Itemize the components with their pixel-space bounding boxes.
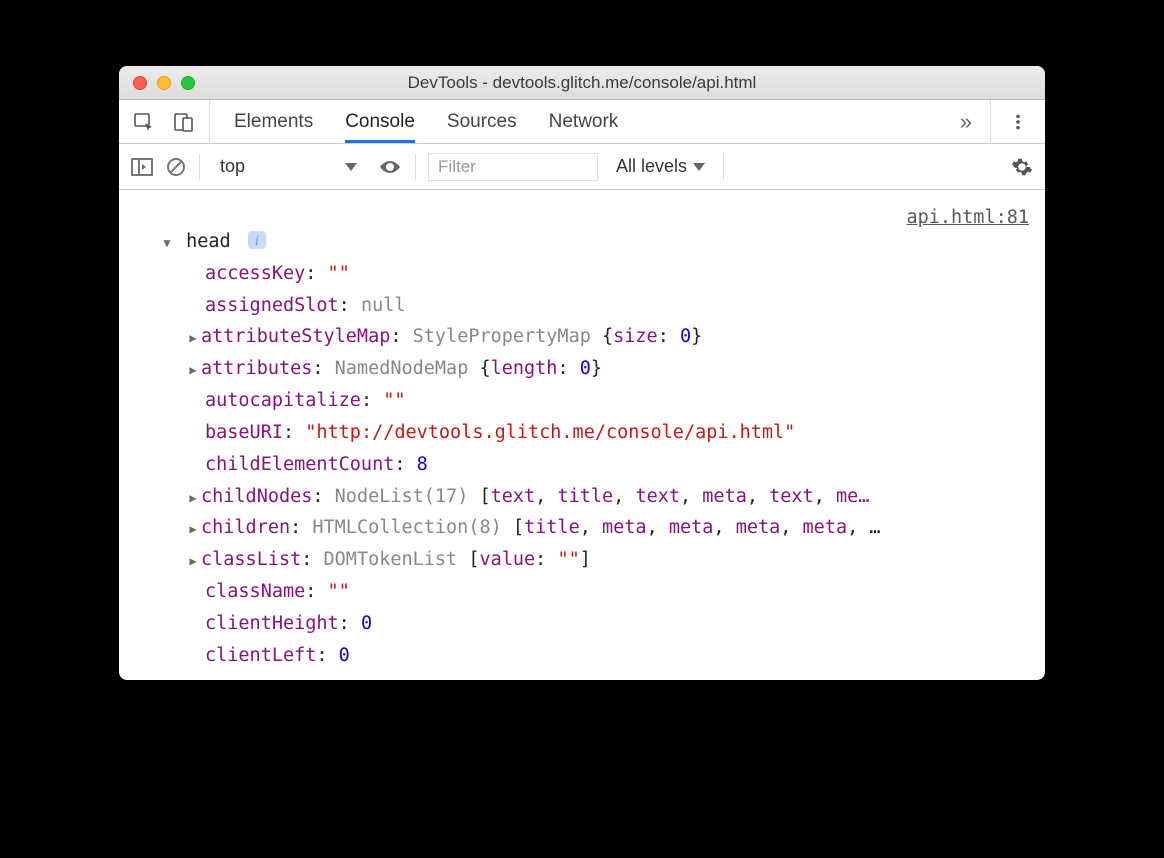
console-settings-icon[interactable] [1011,156,1033,178]
property-key: baseURI [205,422,283,443]
property-value: 0 [339,645,350,666]
titlebar: DevTools - devtools.glitch.me/console/ap… [119,66,1045,100]
tab-elements[interactable]: Elements [234,100,313,143]
property-key: classList [201,549,301,570]
main-toolbar: Elements Console Sources Network » [119,100,1045,144]
property-key: accessKey [205,263,305,284]
property-row: className: "" [133,576,1031,608]
property-key: attributeStyleMap [201,326,390,347]
traffic-lights [119,76,195,90]
disclosure-triangle-open-icon[interactable] [161,226,173,258]
property-row: clientHeight: 0 [133,608,1031,640]
minimize-window-button[interactable] [157,76,171,90]
property-key: children [201,517,290,538]
source-link[interactable]: api.html:81 [906,202,1029,234]
property-value: "" [383,390,405,411]
property-key: childElementCount [205,454,394,475]
levels-label: All levels [616,156,687,177]
tab-console[interactable]: Console [345,100,415,143]
console-sidebar-toggle-icon[interactable] [131,157,153,177]
property-key: className [205,581,305,602]
disclosure-triangle-closed-icon[interactable] [187,321,199,353]
property-key: autocapitalize [205,390,361,411]
log-levels-select[interactable]: All levels [610,156,711,177]
property-row: clientLeft: 0 [133,640,1031,672]
console-output: api.html:81 head accessKey: ""assignedSl… [119,190,1045,680]
toolbar-left-icons [119,100,210,143]
object-root[interactable]: head [133,226,1031,258]
property-row: childElementCount: 8 [133,449,1031,481]
root-label: head [186,231,231,252]
console-entry: head accessKey: ""assignedSlot: nullattr… [133,200,1031,671]
panel-tabs: Elements Console Sources Network [210,100,942,143]
filter-input[interactable] [428,153,598,181]
inspect-element-icon[interactable] [133,111,155,133]
property-row: autocapitalize: "" [133,385,1031,417]
chevron-down-icon [345,163,357,171]
property-value: 0 [361,613,372,634]
property-row: assignedSlot: null [133,290,1031,322]
property-row[interactable]: classList: DOMTokenList [value: ""] [133,544,1031,576]
tab-network[interactable]: Network [549,100,619,143]
property-row[interactable]: children: HTMLCollection(8) [title, meta… [133,512,1031,544]
window-title: DevTools - devtools.glitch.me/console/ap… [119,73,1045,93]
disclosure-triangle-closed-icon[interactable] [187,481,199,513]
devtools-window: DevTools - devtools.glitch.me/console/ap… [119,66,1045,680]
disclosure-triangle-closed-icon[interactable] [187,544,199,576]
property-value: "" [328,263,350,284]
info-icon[interactable] [248,231,266,249]
property-value: "" [328,581,350,602]
live-expression-icon[interactable] [377,158,403,176]
chevron-down-icon [693,163,705,171]
property-key: clientLeft [205,645,316,666]
clear-console-icon[interactable] [165,156,187,178]
more-tabs-button[interactable]: » [942,100,991,143]
property-row[interactable]: childNodes: NodeList(17) [text, title, t… [133,481,1031,513]
property-value: null [361,295,406,316]
context-label: top [220,156,245,177]
settings-menu-button[interactable] [991,100,1045,143]
property-key: childNodes [201,486,312,507]
console-filter-bar: top All levels [119,144,1045,190]
zoom-window-button[interactable] [181,76,195,90]
close-window-button[interactable] [133,76,147,90]
property-row[interactable]: attributeStyleMap: StylePropertyMap {siz… [133,321,1031,353]
disclosure-triangle-closed-icon[interactable] [187,353,199,385]
disclosure-triangle-closed-icon[interactable] [187,512,199,544]
property-key: attributes [201,358,312,379]
property-row[interactable]: attributes: NamedNodeMap {length: 0} [133,353,1031,385]
property-value: "http://devtools.glitch.me/console/api.h… [305,422,795,443]
property-row: accessKey: "" [133,258,1031,290]
property-key: clientHeight [205,613,339,634]
execution-context-select[interactable]: top [212,154,365,179]
tab-sources[interactable]: Sources [447,100,517,143]
property-key: assignedSlot [205,295,339,316]
device-toggle-icon[interactable] [173,111,195,133]
property-value: 8 [417,454,428,475]
property-row: baseURI: "http://devtools.glitch.me/cons… [133,417,1031,449]
